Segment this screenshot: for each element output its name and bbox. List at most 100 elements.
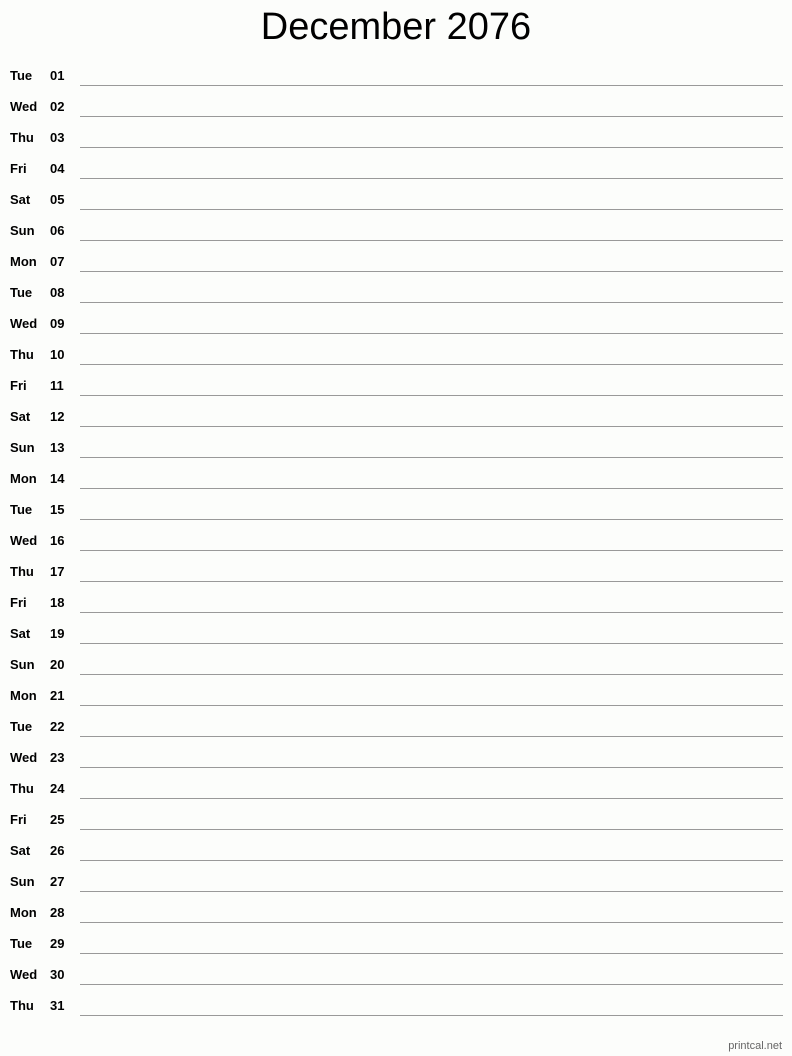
note-line[interactable] bbox=[80, 85, 783, 86]
weekday-label: Mon bbox=[10, 905, 37, 920]
day-number: 14 bbox=[50, 471, 65, 486]
note-line[interactable] bbox=[80, 612, 783, 613]
weekday-label: Tue bbox=[10, 719, 33, 734]
day-number: 19 bbox=[50, 626, 65, 641]
day-number: 18 bbox=[50, 595, 65, 610]
weekday-label: Fri bbox=[10, 595, 27, 610]
day-number: 23 bbox=[50, 750, 65, 765]
note-line[interactable] bbox=[80, 643, 783, 644]
day-number: 31 bbox=[50, 998, 65, 1013]
note-line[interactable] bbox=[80, 829, 783, 830]
day-number: 13 bbox=[50, 440, 65, 455]
note-line[interactable] bbox=[80, 674, 783, 675]
note-line[interactable] bbox=[80, 209, 783, 210]
day-row: Fri 04 bbox=[0, 161, 792, 192]
day-number: 03 bbox=[50, 130, 65, 145]
day-number: 06 bbox=[50, 223, 65, 238]
note-line[interactable] bbox=[80, 922, 783, 923]
day-number: 10 bbox=[50, 347, 65, 362]
weekday-label: Wed bbox=[10, 99, 38, 114]
footer-credit: printcal.net bbox=[728, 1040, 782, 1052]
day-row: Tue 22 bbox=[0, 719, 792, 750]
day-row: Wed 09 bbox=[0, 316, 792, 347]
note-line[interactable] bbox=[80, 1015, 783, 1016]
day-row: Wed 16 bbox=[0, 533, 792, 564]
note-line[interactable] bbox=[80, 457, 783, 458]
note-line[interactable] bbox=[80, 519, 783, 520]
day-row: Tue 29 bbox=[0, 936, 792, 967]
weekday-label: Tue bbox=[10, 936, 33, 951]
note-line[interactable] bbox=[80, 426, 783, 427]
day-number: 15 bbox=[50, 502, 65, 517]
note-line[interactable] bbox=[80, 581, 783, 582]
note-line[interactable] bbox=[80, 550, 783, 551]
day-row: Thu 10 bbox=[0, 347, 792, 378]
note-line[interactable] bbox=[80, 953, 783, 954]
weekday-label: Thu bbox=[10, 781, 34, 796]
note-line[interactable] bbox=[80, 767, 783, 768]
day-row: Mon 28 bbox=[0, 905, 792, 936]
day-row: Tue 01 bbox=[0, 68, 792, 99]
weekday-label: Mon bbox=[10, 688, 37, 703]
weekday-label: Sun bbox=[10, 440, 35, 455]
note-line[interactable] bbox=[80, 984, 783, 985]
day-row: Sat 26 bbox=[0, 843, 792, 874]
day-row: Wed 23 bbox=[0, 750, 792, 781]
day-row: Fri 25 bbox=[0, 812, 792, 843]
day-row: Mon 07 bbox=[0, 254, 792, 285]
weekday-label: Mon bbox=[10, 254, 37, 269]
day-number: 01 bbox=[50, 68, 65, 83]
note-line[interactable] bbox=[80, 178, 783, 179]
day-number: 28 bbox=[50, 905, 65, 920]
day-row: Sat 19 bbox=[0, 626, 792, 657]
weekday-label: Sat bbox=[10, 409, 31, 424]
note-line[interactable] bbox=[80, 333, 783, 334]
weekday-label: Wed bbox=[10, 316, 38, 331]
weekday-label: Wed bbox=[10, 967, 38, 982]
note-line[interactable] bbox=[80, 116, 783, 117]
day-number: 26 bbox=[50, 843, 65, 858]
note-line[interactable] bbox=[80, 271, 783, 272]
weekday-label: Tue bbox=[10, 502, 33, 517]
weekday-label: Sat bbox=[10, 626, 31, 641]
note-line[interactable] bbox=[80, 240, 783, 241]
weekday-label: Sat bbox=[10, 192, 31, 207]
note-line[interactable] bbox=[80, 860, 783, 861]
note-line[interactable] bbox=[80, 736, 783, 737]
note-line[interactable] bbox=[80, 147, 783, 148]
day-number: 25 bbox=[50, 812, 65, 827]
weekday-label: Wed bbox=[10, 750, 38, 765]
weekday-label: Fri bbox=[10, 161, 27, 176]
day-row: Sun 20 bbox=[0, 657, 792, 688]
day-row: Fri 18 bbox=[0, 595, 792, 626]
day-row: Sun 13 bbox=[0, 440, 792, 471]
day-number: 20 bbox=[50, 657, 65, 672]
note-line[interactable] bbox=[80, 395, 783, 396]
day-number: 04 bbox=[50, 161, 65, 176]
note-line[interactable] bbox=[80, 891, 783, 892]
day-number: 05 bbox=[50, 192, 65, 207]
weekday-label: Fri bbox=[10, 378, 27, 393]
weekday-label: Tue bbox=[10, 285, 33, 300]
weekday-label: Thu bbox=[10, 130, 34, 145]
note-line[interactable] bbox=[80, 302, 783, 303]
note-line[interactable] bbox=[80, 488, 783, 489]
weekday-label: Sun bbox=[10, 223, 35, 238]
day-row: Sat 12 bbox=[0, 409, 792, 440]
day-number: 22 bbox=[50, 719, 65, 734]
day-row: Thu 03 bbox=[0, 130, 792, 161]
day-number: 11 bbox=[50, 378, 64, 393]
day-number: 08 bbox=[50, 285, 65, 300]
note-line[interactable] bbox=[80, 364, 783, 365]
weekday-label: Thu bbox=[10, 347, 34, 362]
weekday-label: Tue bbox=[10, 68, 33, 83]
day-row: Thu 17 bbox=[0, 564, 792, 595]
weekday-label: Sun bbox=[10, 657, 35, 672]
day-number: 02 bbox=[50, 99, 65, 114]
note-line[interactable] bbox=[80, 798, 783, 799]
weekday-label: Sat bbox=[10, 843, 31, 858]
note-line[interactable] bbox=[80, 705, 783, 706]
day-number: 16 bbox=[50, 533, 65, 548]
weekday-label: Sun bbox=[10, 874, 35, 889]
day-row: Sun 27 bbox=[0, 874, 792, 905]
